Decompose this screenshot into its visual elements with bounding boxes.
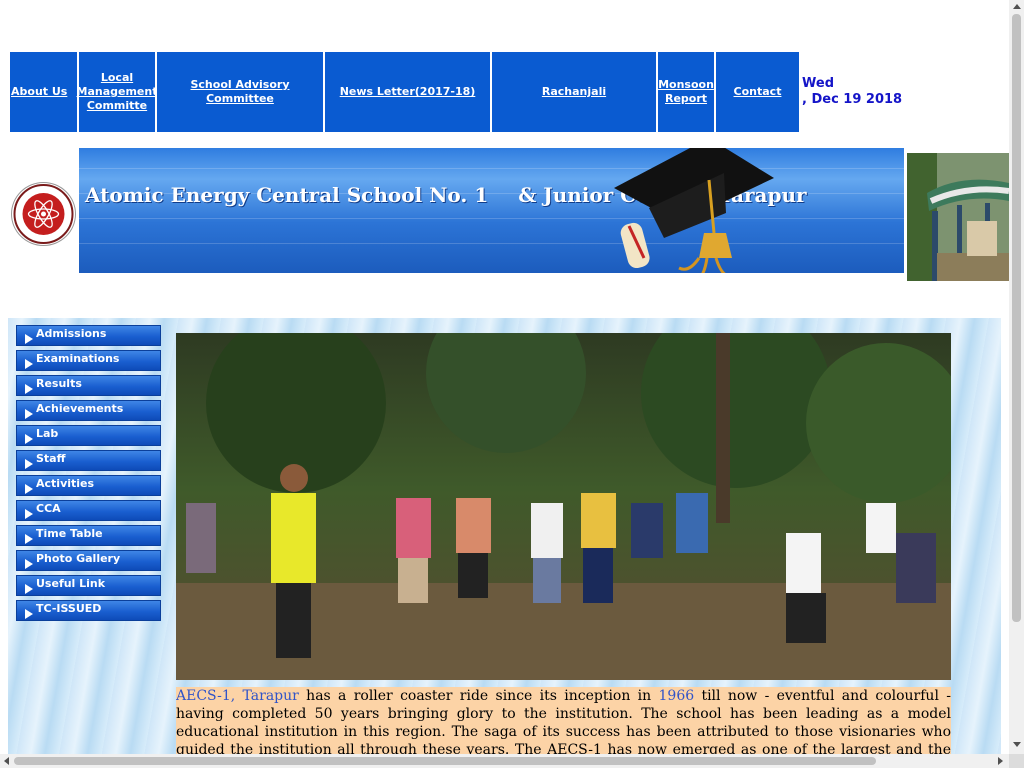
- graduation-cap-icon: [614, 148, 774, 273]
- sidebar-item-cca[interactable]: CCA: [16, 500, 161, 521]
- scroll-left-icon[interactable]: [4, 757, 9, 765]
- school-logo: [11, 182, 76, 246]
- sidebar-item-time-table[interactable]: Time Table: [16, 525, 161, 546]
- intro-school-name: AECS-1, Tarapur: [176, 688, 299, 704]
- arrow-right-icon: [25, 609, 33, 619]
- arrow-right-icon: [25, 334, 33, 344]
- horizontal-scroll-thumb[interactable]: [14, 757, 876, 765]
- sidebar-item-achievements[interactable]: Achievements: [16, 400, 161, 421]
- sidebar-menu: Admissions Examinations Results Achievem…: [16, 325, 161, 625]
- sidebar-item-staff[interactable]: Staff: [16, 450, 161, 471]
- arrow-right-icon: [25, 559, 33, 569]
- arrow-right-icon: [25, 359, 33, 369]
- arrow-right-icon: [25, 409, 33, 419]
- arrow-right-icon: [25, 534, 33, 544]
- sidebar-item-examinations[interactable]: Examinations: [16, 350, 161, 371]
- nav-rachanjali[interactable]: Rachanjali: [492, 52, 656, 132]
- current-date: Wed , Dec 19 2018: [802, 76, 902, 108]
- banner-title-school: Atomic Energy Central School No. 1: [85, 183, 489, 207]
- school-building-photo: [907, 153, 1009, 281]
- nav-news-letter[interactable]: News Letter(2017-18): [325, 52, 490, 132]
- arrow-right-icon: [25, 584, 33, 594]
- date-rest: , Dec 19 2018: [802, 92, 903, 107]
- scroll-down-icon[interactable]: [1013, 742, 1021, 747]
- intro-paragraph: AECS-1, Tarapur has a roller coaster rid…: [176, 687, 951, 757]
- nav-school-advisory-committee[interactable]: School Advisory Committee: [157, 52, 323, 132]
- date-day: Wed: [802, 76, 834, 91]
- sidebar-item-admissions[interactable]: Admissions: [16, 325, 161, 346]
- arrow-right-icon: [25, 484, 33, 494]
- nav-local-management-committe[interactable]: Local Management Committe: [77, 52, 158, 132]
- nav-monsoon-report[interactable]: Monsoon Report: [658, 52, 714, 132]
- arrow-right-icon: [25, 434, 33, 444]
- school-activity-photo: [176, 333, 951, 680]
- vertical-scrollbar[interactable]: [1009, 0, 1024, 754]
- arrow-right-icon: [25, 384, 33, 394]
- intro-year: 1966: [658, 688, 695, 704]
- sidebar-item-results[interactable]: Results: [16, 375, 161, 396]
- scrollbar-corner: [1009, 754, 1024, 768]
- arrow-right-icon: [25, 459, 33, 469]
- scroll-right-icon[interactable]: [998, 757, 1003, 765]
- intro-text-1: has a roller coaster ride since its ince…: [298, 688, 659, 704]
- nav-contact[interactable]: Contact: [716, 52, 799, 132]
- school-banner: Atomic Energy Central School No. 1 & Juni…: [79, 148, 904, 273]
- sidebar-item-useful-link[interactable]: Useful Link: [16, 575, 161, 596]
- vertical-scroll-thumb[interactable]: [1012, 14, 1021, 622]
- arrow-right-icon: [25, 509, 33, 519]
- horizontal-scrollbar[interactable]: [0, 754, 1009, 768]
- sidebar-item-tc-issued[interactable]: TC-ISSUED: [16, 600, 161, 621]
- scroll-up-icon[interactable]: [1013, 4, 1021, 9]
- sidebar-item-photo-gallery[interactable]: Photo Gallery: [16, 550, 161, 571]
- sidebar-item-activities[interactable]: Activities: [16, 475, 161, 496]
- sidebar-item-lab[interactable]: Lab: [16, 425, 161, 446]
- nav-about-us[interactable]: About Us: [10, 52, 77, 132]
